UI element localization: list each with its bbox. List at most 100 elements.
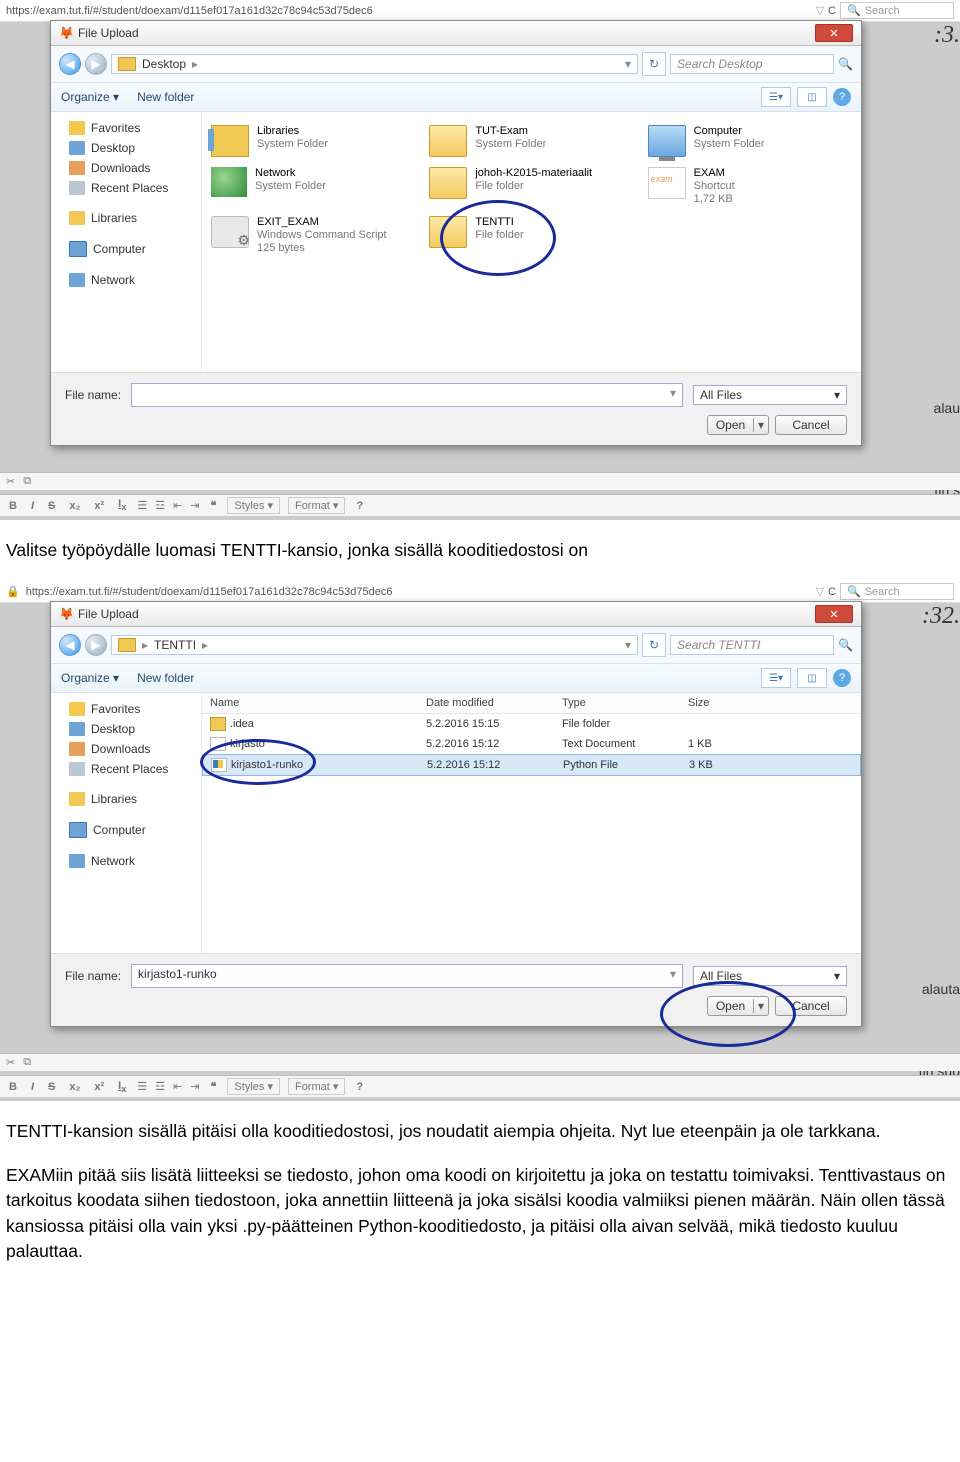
dialog-search[interactable]: Search Desktop bbox=[670, 54, 834, 74]
sidebar-network[interactable]: Network bbox=[51, 851, 201, 871]
sidebar-downloads[interactable]: Downloads bbox=[51, 158, 201, 178]
dialog-search[interactable]: Search TENTTI bbox=[670, 635, 834, 655]
outdent-icon[interactable]: ⇤ bbox=[173, 499, 182, 512]
search-go-icon[interactable]: 🔍 bbox=[838, 57, 853, 71]
chevron-down-icon[interactable]: ▾ bbox=[625, 638, 631, 652]
item-tentti[interactable]: TENTTIFile folder bbox=[426, 213, 636, 258]
dropdown-icon[interactable]: ▽ bbox=[816, 585, 824, 598]
close-button[interactable]: ✕ bbox=[815, 24, 853, 42]
copy-icon[interactable]: ⧉ bbox=[23, 475, 31, 488]
sidebar-desktop[interactable]: Desktop bbox=[51, 138, 201, 158]
refresh-button[interactable]: ↻ bbox=[642, 633, 666, 657]
search-go-icon[interactable]: 🔍 bbox=[838, 638, 853, 652]
bold-button[interactable]: B bbox=[6, 500, 20, 512]
filename-input[interactable]: ▾ bbox=[131, 383, 683, 407]
strike-button[interactable]: S bbox=[45, 1081, 58, 1093]
file-type-combo[interactable]: All Files▾ bbox=[693, 966, 847, 986]
reload-icon[interactable]: C bbox=[828, 586, 836, 598]
col-date[interactable]: Date modified bbox=[418, 695, 554, 711]
sidebar-recent[interactable]: Recent Places bbox=[51, 759, 201, 779]
organize-menu[interactable]: Organize ▾ bbox=[61, 90, 119, 104]
item-libraries[interactable]: LibrariesSystem Folder bbox=[208, 122, 418, 160]
file-type-combo[interactable]: All Files▾ bbox=[693, 385, 847, 405]
quote-button[interactable]: ❝ bbox=[208, 1080, 220, 1093]
breadcrumb[interactable]: Desktop ▸ ▾ bbox=[111, 54, 638, 74]
chevron-down-icon[interactable]: ▾ bbox=[625, 57, 631, 71]
format-dropdown[interactable]: Format ▾ bbox=[288, 497, 345, 514]
indent-icon[interactable]: ⇥ bbox=[190, 1080, 199, 1093]
cut-icon[interactable]: ✂ bbox=[6, 475, 15, 488]
item-exam-shortcut[interactable]: EXAMShortcut1,72 KB bbox=[645, 164, 855, 209]
icon-pane[interactable]: LibrariesSystem Folder TUT-ExamSystem Fo… bbox=[202, 112, 861, 372]
sidebar-downloads[interactable]: Downloads bbox=[51, 739, 201, 759]
styles-dropdown[interactable]: Styles ▾ bbox=[227, 1078, 280, 1095]
dialog-help-button[interactable]: ? bbox=[833, 88, 851, 106]
browser-search[interactable]: 🔍 Search bbox=[840, 2, 954, 19]
col-size[interactable]: Size bbox=[680, 695, 766, 711]
list-header[interactable]: Name Date modified Type Size bbox=[202, 693, 861, 714]
sidebar-favorites[interactable]: Favorites bbox=[51, 118, 201, 138]
help-button[interactable]: ? bbox=[353, 500, 366, 512]
sidebar-libraries[interactable]: Libraries bbox=[51, 208, 201, 228]
help-button[interactable]: ? bbox=[353, 1081, 366, 1093]
sidebar-network[interactable]: Network bbox=[51, 270, 201, 290]
organize-menu[interactable]: Organize ▾ bbox=[61, 671, 119, 685]
list-row[interactable]: kirjasto 5.2.2016 15:12 Text Document 1 … bbox=[202, 734, 861, 754]
remove-format-button[interactable]: Ix bbox=[115, 498, 129, 512]
dropdown-icon[interactable]: ▽ bbox=[816, 4, 824, 17]
sidebar-libraries[interactable]: Libraries bbox=[51, 789, 201, 809]
col-name[interactable]: Name bbox=[202, 695, 418, 711]
sidebar-desktop[interactable]: Desktop bbox=[51, 719, 201, 739]
subscript-button[interactable]: x₂ bbox=[66, 1081, 83, 1093]
breadcrumb[interactable]: ▸ TENTTI ▸ ▾ bbox=[111, 635, 638, 655]
item-tut-exam[interactable]: TUT-ExamSystem Folder bbox=[426, 122, 636, 160]
quote-button[interactable]: ❝ bbox=[208, 499, 220, 512]
remove-format-button[interactable]: Ix bbox=[115, 1080, 129, 1094]
item-johoh[interactable]: johoh-K2015-materiaalitFile folder bbox=[426, 164, 636, 209]
preview-pane-button[interactable]: ◫ bbox=[797, 87, 827, 107]
col-type[interactable]: Type bbox=[554, 695, 680, 711]
back-button[interactable]: ◀ bbox=[59, 634, 81, 656]
italic-button[interactable]: I bbox=[28, 1081, 37, 1093]
format-dropdown[interactable]: Format ▾ bbox=[288, 1078, 345, 1095]
sidebar-favorites[interactable]: Favorites bbox=[51, 699, 201, 719]
outdent-icon[interactable]: ⇤ bbox=[173, 1080, 182, 1093]
item-computer[interactable]: ComputerSystem Folder bbox=[645, 122, 855, 160]
list-icon[interactable]: ☰ bbox=[137, 1080, 147, 1093]
superscript-button[interactable]: x² bbox=[91, 500, 107, 512]
open-button[interactable]: Open▾ bbox=[707, 415, 769, 435]
superscript-button[interactable]: x² bbox=[91, 1081, 107, 1093]
item-exit-exam[interactable]: EXIT_EXAMWindows Command Script125 bytes bbox=[208, 213, 418, 258]
sidebar-recent[interactable]: Recent Places bbox=[51, 178, 201, 198]
list-row-selected[interactable]: kirjasto1-runko 5.2.2016 15:12 Python Fi… bbox=[202, 754, 861, 776]
forward-button[interactable]: ▶ bbox=[85, 634, 107, 656]
bold-button[interactable]: B bbox=[6, 1081, 20, 1093]
cancel-button[interactable]: Cancel bbox=[775, 996, 847, 1016]
browser-search[interactable]: 🔍 Search bbox=[840, 583, 954, 600]
italic-button[interactable]: I bbox=[28, 500, 37, 512]
dialog-help-button[interactable]: ? bbox=[833, 669, 851, 687]
cancel-button[interactable]: Cancel bbox=[775, 415, 847, 435]
sidebar-computer[interactable]: Computer bbox=[51, 819, 201, 841]
forward-button[interactable]: ▶ bbox=[85, 53, 107, 75]
close-button[interactable]: ✕ bbox=[815, 605, 853, 623]
sidebar-computer[interactable]: Computer bbox=[51, 238, 201, 260]
view-button[interactable]: ☰▾ bbox=[761, 87, 791, 107]
list-icon[interactable]: ☰ bbox=[137, 499, 147, 512]
back-button[interactable]: ◀ bbox=[59, 53, 81, 75]
filename-input[interactable]: kirjasto1-runko ▾ bbox=[131, 964, 683, 988]
refresh-button[interactable]: ↻ bbox=[642, 52, 666, 76]
styles-dropdown[interactable]: Styles ▾ bbox=[227, 497, 280, 514]
reload-icon[interactable]: C bbox=[828, 5, 836, 17]
new-folder-button[interactable]: New folder bbox=[137, 671, 194, 685]
cut-icon[interactable]: ✂ bbox=[6, 1056, 15, 1069]
new-folder-button[interactable]: New folder bbox=[137, 90, 194, 104]
numbered-list-icon[interactable]: ☲ bbox=[155, 1080, 165, 1093]
numbered-list-icon[interactable]: ☲ bbox=[155, 499, 165, 512]
subscript-button[interactable]: x₂ bbox=[66, 500, 83, 512]
indent-icon[interactable]: ⇥ bbox=[190, 499, 199, 512]
copy-icon[interactable]: ⧉ bbox=[23, 1056, 31, 1069]
strike-button[interactable]: S bbox=[45, 500, 58, 512]
view-button[interactable]: ☰▾ bbox=[761, 668, 791, 688]
list-row[interactable]: .idea 5.2.2016 15:15 File folder bbox=[202, 714, 861, 734]
